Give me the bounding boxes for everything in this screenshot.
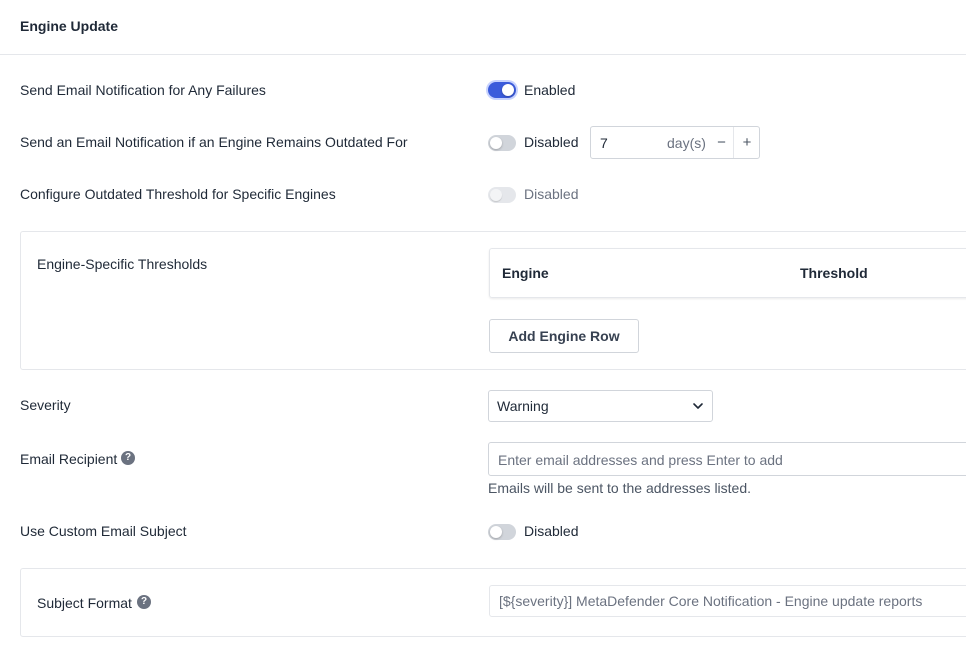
threshold-config-label: Configure Outdated Threshold for Specifi… [20, 186, 336, 202]
custom-subject-state: Disabled [524, 523, 579, 539]
subject-format-input: [${severity}] MetaDefender Core Notifica… [489, 585, 966, 617]
subject-format-label: Subject Format [37, 595, 132, 611]
severity-selected-value: Warning [497, 398, 549, 414]
severity-select[interactable]: Warning [488, 390, 713, 422]
custom-subject-label: Use Custom Email Subject [20, 523, 187, 539]
engine-thresholds-label: Engine-Specific Thresholds [37, 256, 208, 272]
column-header-engine: Engine [502, 265, 549, 281]
outdated-notification-state: Disabled [524, 134, 579, 150]
email-placeholder: Enter email addresses and press Enter to… [498, 452, 783, 468]
threshold-config-state: Disabled [524, 186, 579, 202]
outdated-notification-toggle[interactable] [488, 135, 516, 151]
toggle-knob [502, 84, 514, 96]
email-hint: Emails will be sent to the addresses lis… [488, 480, 752, 496]
days-value[interactable]: 7 [600, 135, 608, 151]
engine-thresholds-table: Engine Threshold [489, 248, 966, 298]
subject-format-value: [${severity}] MetaDefender Core Notifica… [499, 593, 923, 609]
toggle-knob [490, 189, 502, 201]
severity-label: Severity [20, 397, 71, 413]
add-engine-row-button[interactable]: Add Engine Row [489, 319, 639, 353]
failures-notification-state: Enabled [524, 82, 576, 98]
help-icon[interactable]: ? [121, 451, 135, 465]
increment-button[interactable]: + [735, 127, 759, 158]
custom-subject-toggle[interactable] [488, 524, 516, 540]
decrement-button[interactable]: − [710, 127, 734, 158]
chevron-down-icon [693, 403, 703, 409]
toggle-knob [490, 137, 502, 149]
email-recipient-input[interactable]: Enter email addresses and press Enter to… [488, 442, 966, 476]
section-header: Engine Update [0, 0, 966, 55]
outdated-notification-label: Send an Email Notification if an Engine … [20, 134, 408, 150]
engine-thresholds-panel: Engine-Specific Thresholds Engine Thresh… [20, 231, 966, 370]
outdated-days-stepper[interactable]: 7 day(s) − + [590, 126, 760, 159]
column-header-threshold: Threshold [800, 265, 868, 281]
failures-notification-toggle[interactable] [488, 82, 516, 98]
help-icon[interactable]: ? [137, 595, 151, 609]
failures-notification-label: Send Email Notification for Any Failures [20, 82, 266, 98]
email-recipient-label: Email Recipient [20, 451, 118, 467]
days-unit: day(s) [667, 135, 706, 151]
subject-format-panel: Subject Format ? [${severity}] MetaDefen… [20, 568, 966, 637]
threshold-config-toggle [488, 187, 516, 203]
section-title: Engine Update [20, 18, 119, 34]
toggle-knob [490, 526, 502, 538]
